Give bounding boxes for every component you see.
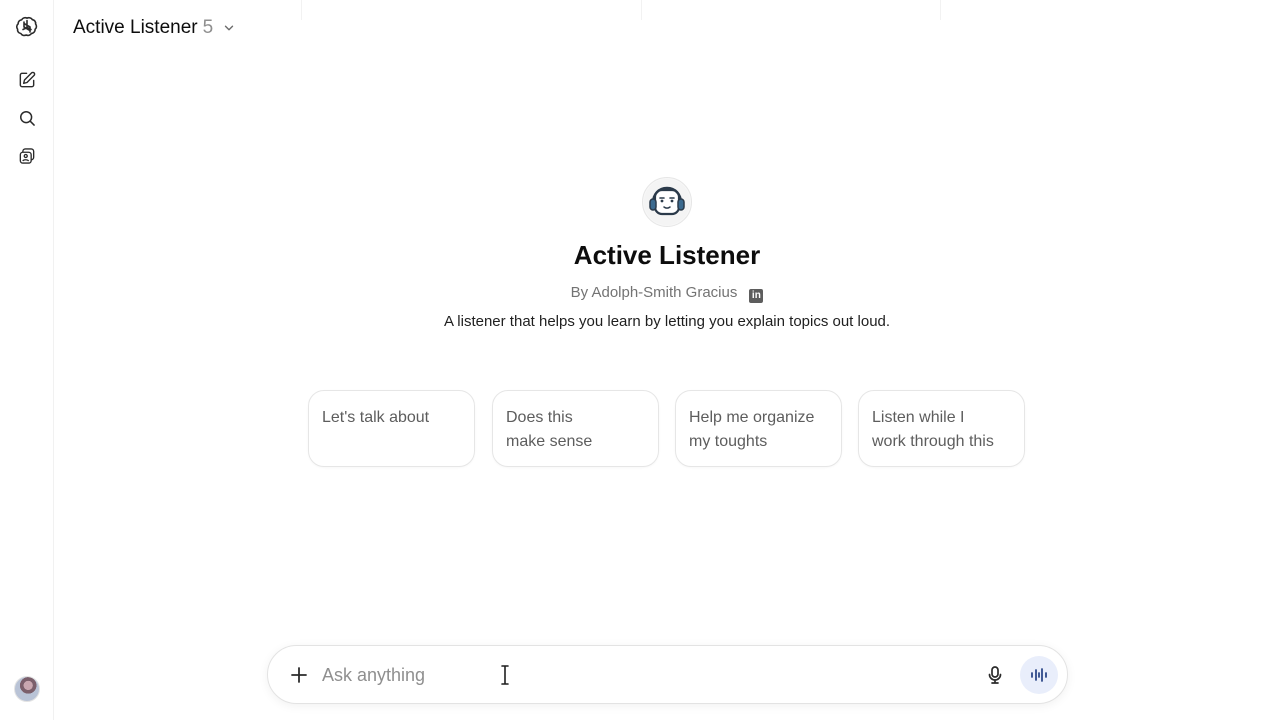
microphone-icon	[988, 666, 1002, 684]
starter-line: Let's talk about	[322, 409, 430, 426]
new-chat-icon[interactable]	[9, 62, 45, 98]
starter-line: make sense	[506, 433, 593, 450]
voice-mode-button[interactable]	[1020, 656, 1058, 694]
chevron-down-icon	[225, 25, 234, 31]
starter-card[interactable]: Let's talk about	[308, 390, 475, 467]
gpts-icon[interactable]	[9, 138, 45, 174]
app: Active Listener 5 Active Listener By Ado…	[0, 0, 1280, 720]
starter-card[interactable]: Help me organize my toughts	[675, 390, 842, 467]
divider	[641, 0, 642, 20]
gpt-author: By Adolph-Smith Gracius	[570, 284, 738, 301]
add-attachment-button[interactable]	[286, 662, 312, 688]
linkedin-icon[interactable]: in	[749, 289, 764, 303]
starter-line: my toughts	[689, 433, 768, 450]
starter-card[interactable]: Listen while I work through this	[858, 390, 1025, 467]
plus-icon	[291, 667, 307, 683]
starter-line: Help me organize	[689, 409, 815, 426]
starter-card[interactable]: Does this make sense	[492, 390, 659, 467]
divider	[301, 0, 302, 20]
sidebar-rail	[0, 0, 54, 720]
search-icon[interactable]	[9, 100, 45, 136]
user-avatar[interactable]	[14, 676, 40, 702]
gpt-description: A listener that helps you learn by letti…	[443, 313, 891, 330]
starter-line: Listen while I	[872, 409, 965, 426]
chat-input[interactable]	[322, 661, 942, 689]
composer	[267, 645, 1068, 704]
openai-logo-icon[interactable]	[9, 9, 45, 45]
starter-line: Does this	[506, 409, 573, 426]
divider	[940, 0, 941, 20]
gpt-author-line: By Adolph-Smith Gracius in	[0, 284, 1280, 303]
header-version: 5	[202, 17, 214, 38]
text-cursor-icon	[501, 665, 509, 685]
headphones-face-icon	[644, 179, 690, 225]
gpt-selector[interactable]: Active Listener 5	[73, 14, 236, 42]
waveform-icon	[1031, 668, 1047, 682]
gpt-title: Active Listener	[573, 240, 761, 270]
starter-line: work through this	[872, 433, 994, 450]
header-title: Active Listener	[73, 17, 198, 38]
gpt-avatar	[642, 177, 692, 227]
dictate-button[interactable]	[981, 661, 1009, 689]
